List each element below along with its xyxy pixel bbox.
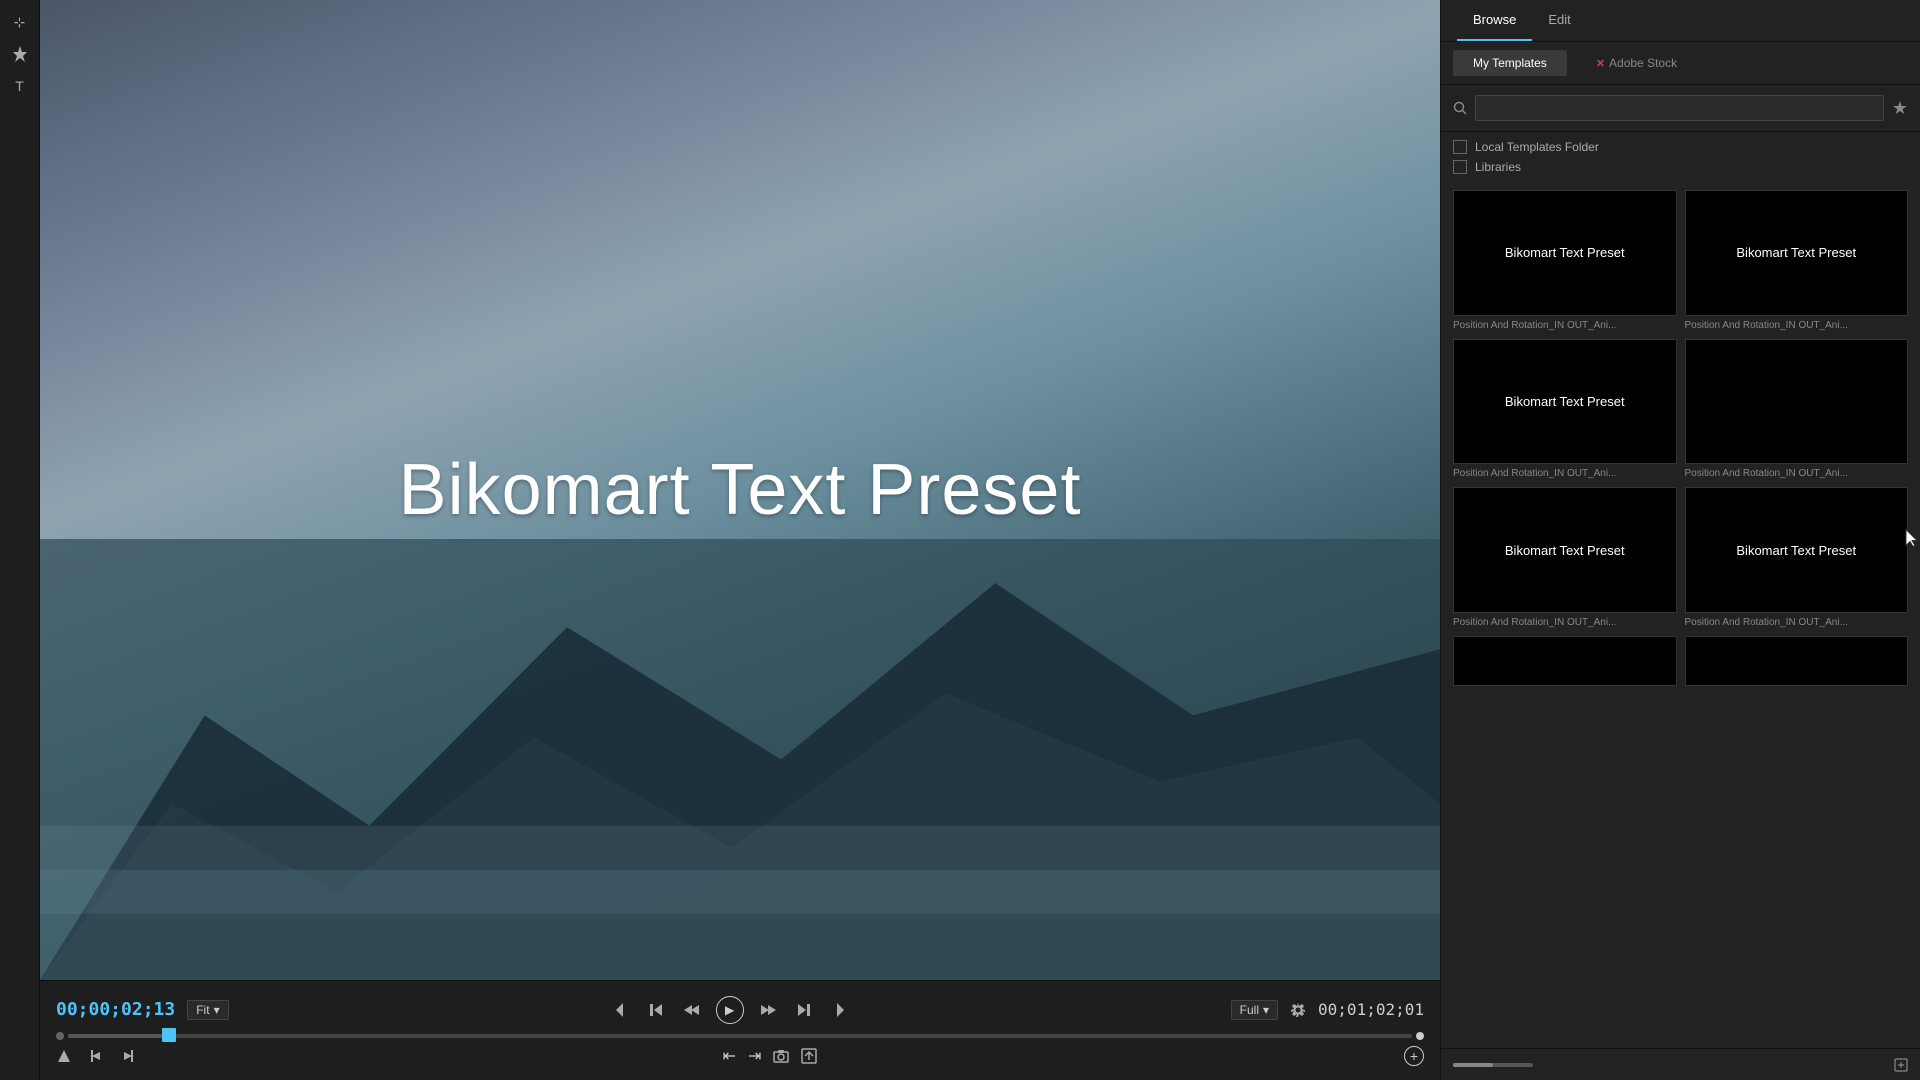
scrubber-track[interactable]: [68, 1034, 1412, 1038]
template-thumbnail-1: Bikomart Text Preset: [1453, 190, 1677, 316]
search-icon: [1453, 101, 1467, 115]
step-forward-button[interactable]: [794, 1001, 812, 1019]
local-templates-checkbox[interactable]: [1453, 140, 1467, 154]
marker-button[interactable]: [56, 1048, 72, 1064]
adobe-stock-icon: ✕: [1596, 57, 1605, 70]
fast-forward-button[interactable]: [760, 1001, 778, 1019]
template-card-1[interactable]: Bikomart Text Preset Position And Rotati…: [1453, 190, 1677, 331]
template-thumbnail-6: Bikomart Text Preset: [1685, 487, 1909, 613]
subtab-adobe-stock[interactable]: ✕ Adobe Stock: [1575, 50, 1698, 76]
template-thumbnail-8: [1685, 636, 1909, 686]
template-thumbnail-2: Bikomart Text Preset: [1685, 190, 1909, 316]
playback-controls: ▶: [614, 996, 846, 1024]
step-back-button[interactable]: [648, 1001, 666, 1019]
template-thumbnail-7: [1453, 636, 1677, 686]
scrubber-end-marker: [1416, 1032, 1424, 1040]
panel-settings-button[interactable]: [1894, 1058, 1908, 1072]
scrubber-bar: [56, 1032, 1424, 1040]
template-thumbnail-4: [1685, 339, 1909, 465]
camera-button[interactable]: [773, 1048, 789, 1064]
template-card-6[interactable]: Bikomart Text Preset Position And Rotati…: [1685, 487, 1909, 628]
rewind-button[interactable]: [682, 1001, 700, 1019]
subtab-my-templates[interactable]: My Templates: [1453, 50, 1567, 76]
main-area: Bikomart Text Preset 00;00;02;13 Fit ▾: [40, 0, 1440, 1080]
current-timecode: 00;00;02;13: [56, 999, 175, 1020]
template-card-5[interactable]: Bikomart Text Preset Position And Rotati…: [1453, 487, 1677, 628]
video-preview: Bikomart Text Preset: [40, 0, 1440, 980]
video-text-overlay: Bikomart Text Preset: [399, 449, 1082, 531]
scrubber-thumb[interactable]: [162, 1028, 176, 1042]
template-card-2[interactable]: Bikomart Text Preset Position And Rotati…: [1685, 190, 1909, 331]
export-frame-button[interactable]: [801, 1048, 817, 1064]
right-panel: Browse Edit My Templates ✕ Adobe Stock ★…: [1440, 0, 1920, 1080]
in-point-button[interactable]: [88, 1048, 104, 1064]
add-track-button[interactable]: +: [1404, 1046, 1424, 1066]
template-card-7[interactable]: [1453, 636, 1677, 690]
panel-footer: [1441, 1048, 1920, 1080]
template-card-8[interactable]: [1685, 636, 1909, 690]
filter-libraries[interactable]: Libraries: [1453, 160, 1908, 174]
pen-tool[interactable]: [8, 42, 32, 66]
panel-tabs: Browse Edit: [1441, 0, 1920, 42]
template-card-4[interactable]: Position And Rotation_IN OUT_Ani...: [1685, 339, 1909, 480]
mark-out-button[interactable]: [828, 1001, 846, 1019]
favorites-star-button[interactable]: ★: [1892, 98, 1908, 119]
left-toolbar: ⊹ T: [0, 0, 40, 1080]
libraries-checkbox[interactable]: [1453, 160, 1467, 174]
scrubber-start-marker: [56, 1032, 64, 1040]
tab-browse[interactable]: Browse: [1457, 0, 1532, 41]
play-button[interactable]: ▶: [716, 996, 744, 1024]
mark-in-button[interactable]: [614, 1001, 632, 1019]
scroll-indicator[interactable]: [1453, 1063, 1533, 1067]
type-tool[interactable]: T: [8, 74, 32, 98]
panel-subtabs: My Templates ✕ Adobe Stock: [1441, 42, 1920, 85]
bottom-controls-row: ⇤ ⇥ +: [56, 1046, 1424, 1066]
to-out-button[interactable]: ⇥: [748, 1046, 761, 1066]
settings-button[interactable]: [1290, 1002, 1306, 1018]
template-thumbnail-3: Bikomart Text Preset: [1453, 339, 1677, 465]
selection-tool[interactable]: ⊹: [8, 10, 32, 34]
template-card-3[interactable]: Bikomart Text Preset Position And Rotati…: [1453, 339, 1677, 480]
quality-selector[interactable]: Full ▾: [1231, 1000, 1278, 1020]
timeline-area: 00;00;02;13 Fit ▾: [40, 980, 1440, 1080]
search-row: ★: [1441, 85, 1920, 132]
filter-local-templates[interactable]: Local Templates Folder: [1453, 140, 1908, 154]
landscape-svg: [40, 539, 1440, 980]
out-point-button[interactable]: [120, 1048, 136, 1064]
tab-edit[interactable]: Edit: [1532, 0, 1586, 41]
to-in-button[interactable]: ⇤: [723, 1046, 736, 1066]
templates-grid: Bikomart Text Preset Position And Rotati…: [1441, 182, 1920, 1048]
duration-timecode: 00;01;02;01: [1318, 1000, 1424, 1019]
template-thumbnail-5: Bikomart Text Preset: [1453, 487, 1677, 613]
filter-row: Local Templates Folder Libraries: [1441, 132, 1920, 182]
search-input[interactable]: [1475, 95, 1884, 121]
fit-selector[interactable]: Fit ▾: [187, 1000, 228, 1020]
controls-bar: 00;00;02;13 Fit ▾: [56, 996, 1424, 1024]
